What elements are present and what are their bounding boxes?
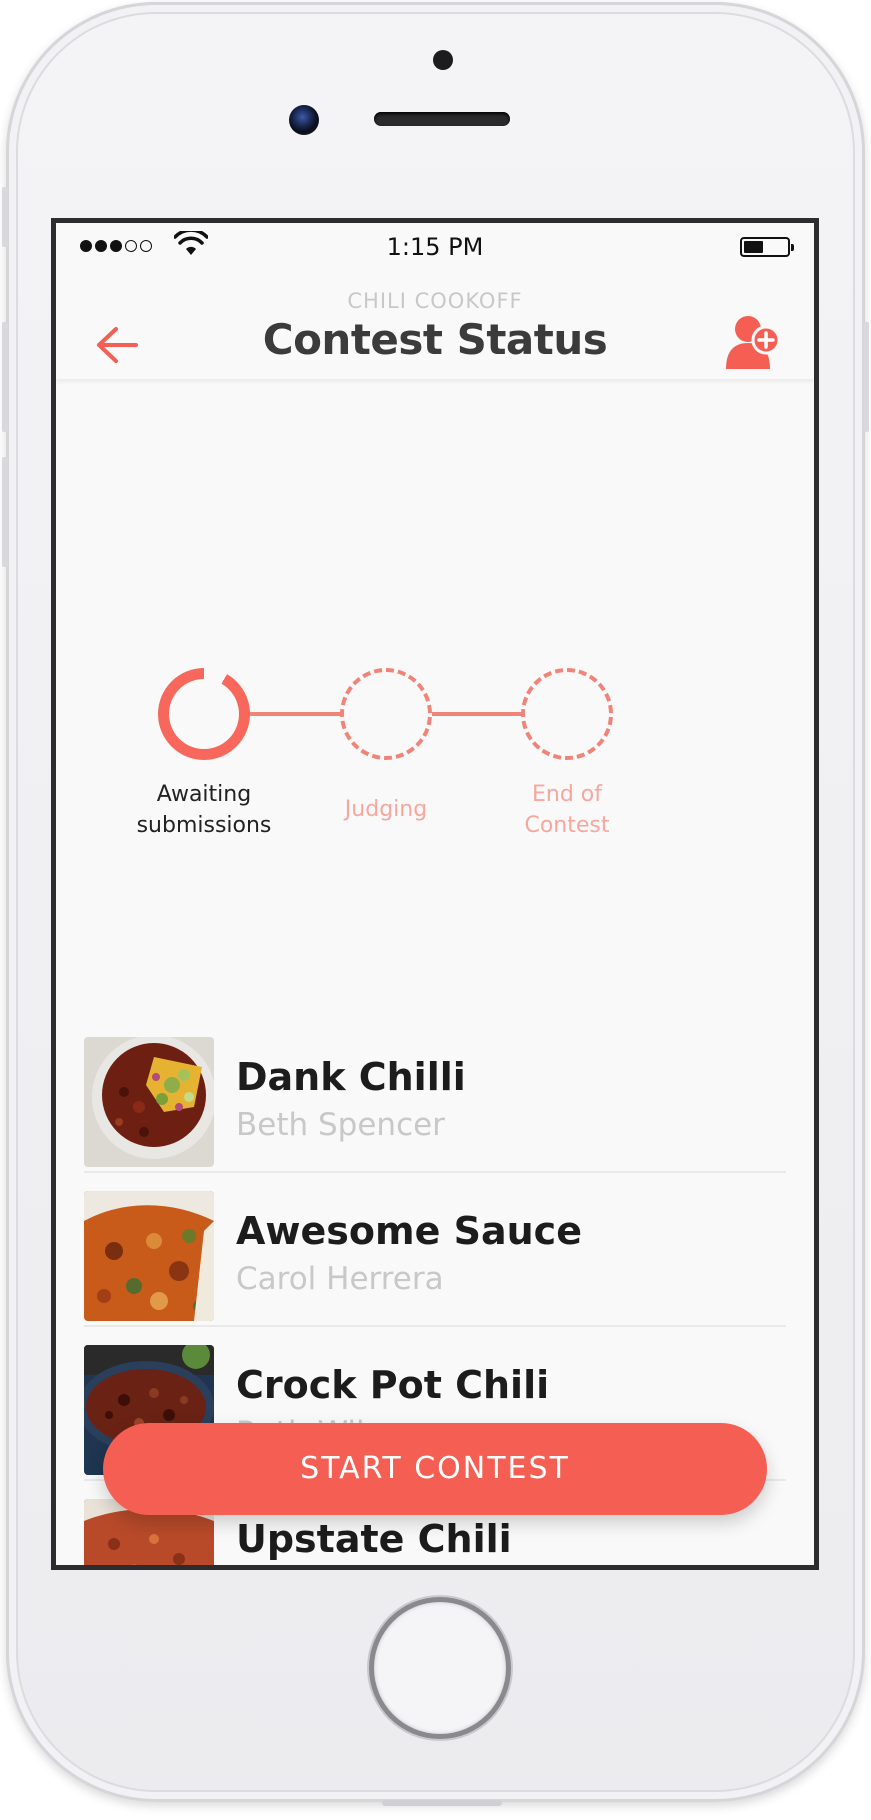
add-user-icon — [726, 316, 781, 369]
step-judging-indicator — [340, 668, 432, 760]
add-participant-button[interactable] — [726, 313, 781, 371]
front-camera — [289, 105, 319, 135]
progress-connector — [422, 712, 530, 716]
volume-up-button — [2, 322, 8, 432]
app-screen: 1:15 PM CHILI COOKOFF Contest Status Awa… — [56, 223, 814, 1565]
status-time: 1:15 PM — [386, 233, 484, 261]
battery-icon — [740, 237, 794, 257]
step-label-line: submissions — [136, 813, 272, 838]
list-item[interactable]: Awesome Sauce Carol Herrera — [84, 1173, 784, 1325]
power-button — [863, 322, 869, 432]
chili-photo — [84, 1037, 214, 1167]
step-awaiting-indicator — [158, 668, 250, 760]
step-end-indicator — [521, 668, 613, 760]
entry-title: Crock Pot Chili — [236, 1363, 550, 1407]
navigation-bar: CHILI COOKOFF Contest Status — [56, 263, 814, 379]
entry-title: Dank Chilli — [236, 1055, 466, 1099]
entry-author: Carol Herrera — [236, 1261, 444, 1297]
contest-progress: Awaiting submissions Judging End of Cont… — [56, 379, 814, 1019]
list-item[interactable]: Dank Chilli Beth Spencer — [84, 1019, 784, 1171]
entry-title: Awesome Sauce — [236, 1209, 582, 1253]
step-label-line: Contest — [524, 813, 610, 838]
step-label-line: Awaiting — [156, 782, 252, 807]
home-button[interactable] — [374, 1602, 506, 1734]
mute-switch — [2, 187, 8, 247]
step-judging-label: Judging — [286, 794, 486, 825]
step-awaiting-label: Awaiting submissions — [104, 779, 304, 841]
progress-connector — [242, 712, 350, 716]
volume-down-button — [2, 457, 8, 567]
step-end-label: End of Contest — [467, 779, 667, 841]
entry-title: Upstate Chili — [236, 1517, 512, 1561]
page-subtitle: CHILI COOKOFF — [347, 289, 523, 313]
chili-photo — [84, 1191, 214, 1321]
page-title: Contest Status — [262, 315, 608, 364]
bottom-edge — [382, 1800, 502, 1806]
proximity-sensor — [433, 50, 453, 70]
entry-author: Beth Spencer — [236, 1107, 445, 1143]
step-label-line: Judging — [344, 797, 428, 822]
start-contest-button[interactable]: START CONTEST — [103, 1423, 767, 1515]
status-bar: 1:15 PM — [56, 223, 814, 263]
earpiece-speaker — [374, 112, 510, 126]
step-label-line: End of — [531, 782, 602, 807]
